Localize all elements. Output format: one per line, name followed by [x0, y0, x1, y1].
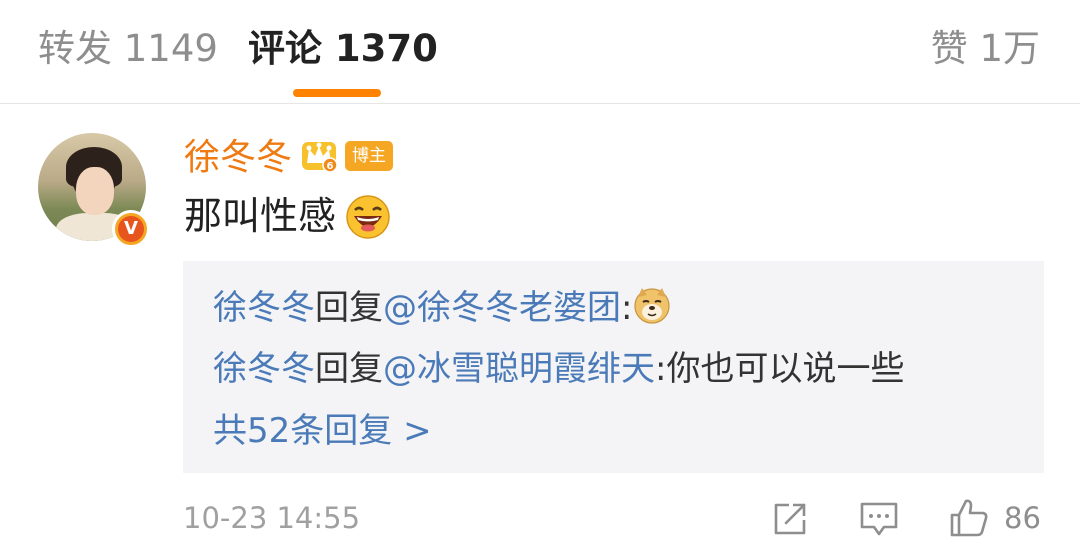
- active-tab-indicator: [293, 89, 381, 97]
- crown-icon: 6: [302, 142, 338, 173]
- comment-icon[interactable]: [859, 500, 899, 538]
- reply-separator: :: [655, 349, 667, 389]
- reply-text: 你也可以说一些: [666, 349, 905, 389]
- share-icon[interactable]: [771, 500, 809, 538]
- like-count: 86: [1004, 501, 1041, 535]
- thumbs-up-icon[interactable]: [948, 497, 990, 539]
- verified-icon: V: [112, 210, 150, 248]
- comment-username[interactable]: 徐冬冬: [184, 136, 292, 180]
- reply-mention[interactable]: @徐冬冬老婆团: [383, 288, 621, 328]
- svg-text:6: 6: [327, 161, 334, 172]
- reply-item[interactable]: 徐冬冬回复@冰雪聪明霞绯天:你也可以说一些: [213, 347, 904, 391]
- reply-separator: :: [621, 288, 633, 328]
- tab-bar: 转发 1149 评论 1370 赞 1万: [0, 0, 1080, 104]
- reply-verb: 回复: [315, 288, 383, 328]
- laugh-emoji-icon: [346, 195, 390, 239]
- comment-text: 那叫性感: [184, 194, 337, 238]
- tab-likes[interactable]: 赞 1万: [931, 26, 1040, 72]
- reply-author[interactable]: 徐冬冬: [213, 288, 315, 328]
- blogger-badge: 博主: [345, 141, 393, 171]
- doge-emoji-icon: [634, 288, 671, 324]
- tab-repost[interactable]: 转发 1149: [38, 26, 218, 72]
- comment-timestamp: 10-23 14:55: [183, 501, 361, 535]
- reply-item[interactable]: 徐冬冬回复@徐冬冬老婆团:: [213, 285, 672, 330]
- reply-author[interactable]: 徐冬冬: [213, 349, 315, 389]
- reply-preview-box[interactable]: 徐冬冬回复@徐冬冬老婆团: 徐冬冬回复@冰雪聪明霞绯天:你也可以说一些 共52条…: [183, 261, 1044, 473]
- more-replies-link[interactable]: 共52条回复 >: [213, 409, 432, 453]
- tab-comments[interactable]: 评论 1370: [248, 26, 438, 72]
- reply-mention[interactable]: @冰雪聪明霞绯天: [383, 349, 655, 389]
- reply-verb: 回复: [315, 349, 383, 389]
